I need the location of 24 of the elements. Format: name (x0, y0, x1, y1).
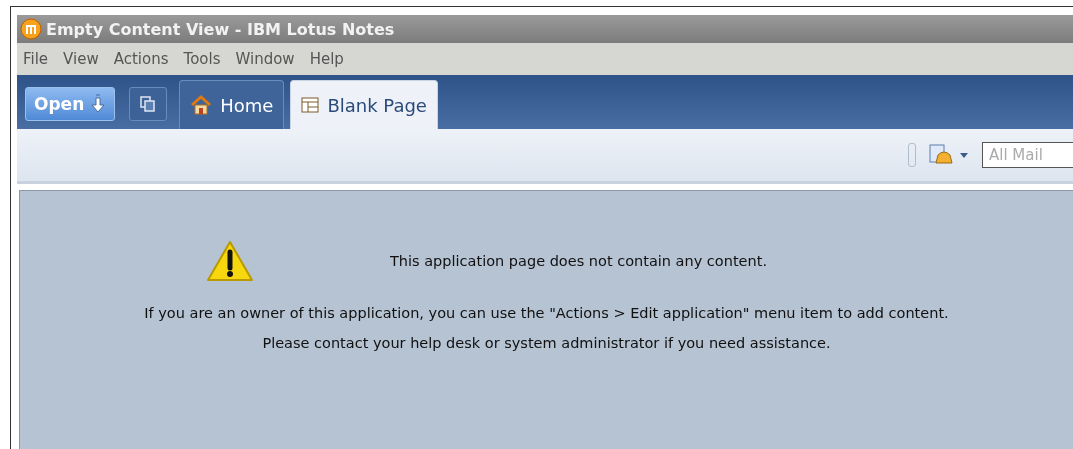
open-button[interactable]: Open (25, 87, 116, 121)
message-text: Please contact your help desk or system administrator if you need assistance. (262, 335, 831, 351)
app-logo-icon (20, 18, 42, 40)
overlapping-windows-button[interactable] (129, 87, 168, 121)
search-field[interactable]: All Mail (982, 142, 1073, 168)
house-icon (190, 94, 213, 116)
menu-item[interactable]: File (23, 50, 49, 68)
toolbar-grip-icon (908, 143, 916, 167)
menu-item[interactable]: View (63, 50, 99, 68)
down-arrow-icon (90, 94, 107, 114)
message-headline: This application page does not contain any content. (390, 253, 767, 269)
tab[interactable]: Home (179, 80, 285, 129)
menu-item[interactable]: Help (309, 50, 344, 68)
menu-item[interactable]: Window (235, 50, 295, 68)
tab[interactable]: Blank Page (290, 80, 438, 129)
menu-item[interactable]: Actions (113, 50, 169, 68)
window-title: Empty Content View - IBM Lotus Notes (46, 19, 395, 39)
warning-icon (205, 239, 255, 283)
layout-icon (301, 97, 320, 113)
dropdown-caret-icon[interactable] (960, 152, 968, 158)
message-text: If you are an owner of this application, you can use the "Actions > Edit application" menu item to add content. (144, 305, 949, 321)
menu-item[interactable]: Tools (183, 50, 221, 68)
mail-icon[interactable] (928, 143, 954, 167)
windows-icon (139, 95, 158, 113)
